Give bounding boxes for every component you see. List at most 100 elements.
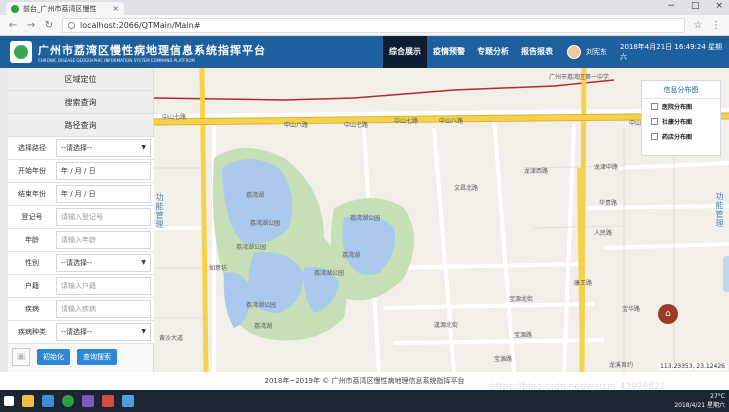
init-button[interactable]: 初始化 xyxy=(37,349,70,365)
field-label: 疾病 xyxy=(25,305,39,313)
field-label: 开始年份 xyxy=(18,167,46,175)
locate-home-icon[interactable]: ⌂ xyxy=(658,304,678,324)
tab-path-query[interactable]: 路径查询 xyxy=(8,114,153,137)
form-row-disease-type: 疾病种类 --请选择-- ▼ xyxy=(8,321,154,344)
browser-tab[interactable]: 前台_广州市荔湾区慢性 × xyxy=(6,2,124,15)
form-row-end-year: 结束年份 年 / 月 / 日 xyxy=(8,183,154,206)
app-logo xyxy=(10,41,32,63)
visual-studio-icon[interactable] xyxy=(82,395,94,407)
reload-icon[interactable]: ↻ xyxy=(44,20,54,31)
field-label: 年龄 xyxy=(25,236,39,244)
map-label: 荔湾湖 xyxy=(342,252,361,259)
field-label: 选择路径 xyxy=(18,144,46,152)
path-select[interactable]: --请选择-- ▼ xyxy=(56,139,151,157)
menu-topic-analysis[interactable]: 专题分析 xyxy=(471,36,515,68)
hospital-checkbox[interactable] xyxy=(651,103,658,110)
app-title: 广州市荔湾区慢性病地理信息系统指挥平台 xyxy=(38,43,266,57)
coordinate-readout: 113.23353, 23.12426 xyxy=(658,363,727,370)
app-icon[interactable] xyxy=(122,395,134,407)
field-label: 结束年份 xyxy=(18,190,46,198)
url-text: localhost:2066/QTMain/Main# xyxy=(80,20,201,30)
option-hospital[interactable]: 医院分布图 xyxy=(642,99,720,114)
image-placeholder-icon: ▣ xyxy=(12,348,30,366)
map-label: 荔湾湖 xyxy=(254,323,273,330)
option-clinic[interactable]: 社康分布图 xyxy=(642,114,720,129)
gender-select[interactable]: --请选择-- ▼ xyxy=(56,254,151,272)
field-label: 户籍 xyxy=(25,282,39,290)
search-button[interactable]: 查询搜索 xyxy=(77,349,117,365)
map-label: 荔湾湖公园 xyxy=(246,302,277,309)
info-distribution-panel: 信息分布图 医院分布图 社康分布图 药店分布图 xyxy=(641,80,721,156)
browser-menu-icon[interactable]: ⋮ xyxy=(711,20,721,31)
map-label: 宝源路 xyxy=(514,332,533,339)
map-label: 荔湾湖公园 xyxy=(236,244,267,251)
map-label: 龙津西路 xyxy=(524,168,549,175)
left-function-label[interactable]: 功能管理 xyxy=(154,193,165,229)
right-function-label[interactable]: 功能管理 xyxy=(714,192,725,228)
bookmark-star-icon[interactable]: ☆ xyxy=(693,20,703,31)
map-label: 如意坊 xyxy=(209,265,228,272)
tray-date: 2018/4/21 星期六 xyxy=(674,402,725,409)
map-label: 宝源北街 xyxy=(509,296,534,303)
map-label: 宝源路 xyxy=(494,356,513,363)
household-input[interactable]: 请输入户籍 xyxy=(56,277,151,295)
start-date-input[interactable]: 年 / 月 / 日 xyxy=(56,162,151,180)
maximize-icon[interactable]: □ xyxy=(691,1,700,11)
map-label: 荔湾湖公园 xyxy=(350,215,381,222)
map-label: 广州市荔湾区第一中学 xyxy=(549,74,610,81)
action-buttons: ▣ 初始化 查询搜索 xyxy=(8,344,154,370)
close-window-icon[interactable]: × xyxy=(715,1,723,11)
map-label: 宝华路 xyxy=(622,306,641,313)
start-icon[interactable] xyxy=(4,396,14,406)
tab-close-icon[interactable]: × xyxy=(112,4,119,13)
back-icon[interactable]: ← xyxy=(8,20,18,31)
field-label: 登记号 xyxy=(21,213,43,221)
forward-icon[interactable]: → xyxy=(26,20,36,31)
clinic-checkbox[interactable] xyxy=(651,118,658,125)
tab-region-locate[interactable]: 区域定位 xyxy=(8,68,153,91)
map-label: 龙津中路 xyxy=(594,164,619,171)
map-label: 中山七路 xyxy=(162,114,187,121)
map-view[interactable]: 中山八路 中山七路 中山八路 中山八路 荔湾湖 荔湾湖公园 荔湾湖公园 荔湾湖公… xyxy=(154,68,729,372)
menu-overview[interactable]: 综合展示 xyxy=(383,36,427,68)
pharmacy-checkbox[interactable] xyxy=(651,133,658,140)
datetime: 2018年4月21日 16:49:24 星期六 xyxy=(619,43,723,61)
option-pharmacy[interactable]: 药店分布图 xyxy=(642,129,720,144)
tray-temp: 27°C xyxy=(710,393,725,400)
menu-reports[interactable]: 报告报表 xyxy=(515,36,559,68)
dropdown-caret-icon: ▼ xyxy=(141,259,146,266)
query-sidebar: 区域定位 搜索查询 路径查询 选择路径 --请选择-- ▼ 开始年份 年 / 月 … xyxy=(8,68,154,372)
minimize-icon[interactable]: − xyxy=(667,1,675,11)
reg-no-input[interactable]: 请输入登记号 xyxy=(56,208,151,226)
window-controls: − □ × xyxy=(667,1,723,11)
app-icon[interactable] xyxy=(102,395,114,407)
tab-search-query[interactable]: 搜索查询 xyxy=(8,91,153,114)
map-label: 中山七路 xyxy=(344,122,369,129)
menu-epidemic-warning[interactable]: 疫情预警 xyxy=(427,36,471,68)
age-input[interactable]: 请输入年龄 xyxy=(56,231,151,249)
map-label: 康王路 xyxy=(574,280,593,287)
ie-icon[interactable] xyxy=(42,395,54,407)
end-date-input[interactable]: 年 / 月 / 日 xyxy=(56,185,151,203)
disease-type-select[interactable]: --请选择-- ▼ xyxy=(56,323,151,341)
user-area: 刘宪东 2018年4月21日 16:49:24 星期六 xyxy=(567,36,729,68)
browser-tabstrip: 前台_广州市荔湾区慢性 × − □ × xyxy=(0,0,729,15)
map-label: 文昌北路 xyxy=(454,185,479,192)
field-label: 性别 xyxy=(25,259,39,267)
left-strip xyxy=(0,68,8,372)
explorer-icon[interactable] xyxy=(22,395,34,407)
map-label: 龙溪首约 xyxy=(609,362,634,369)
main-menu: 综合展示 疫情预警 专题分析 报告报表 xyxy=(383,36,559,68)
map-label: 荔湾湖公园 xyxy=(314,270,345,277)
disease-input[interactable]: 请输入疾病 xyxy=(56,300,151,318)
url-input[interactable]: localhost:2066/QTMain/Main# xyxy=(62,17,685,33)
site-favicon-icon xyxy=(11,4,19,13)
right-panel-handle[interactable] xyxy=(723,256,729,292)
map-label: 逢源北街 xyxy=(434,322,459,329)
avatar[interactable] xyxy=(567,45,581,59)
map-label: 黄沙大道 xyxy=(159,335,184,342)
tab-title: 前台_广州市荔湾区慢性 xyxy=(23,4,97,13)
dropdown-caret-icon: ▼ xyxy=(141,144,146,151)
map-label: 中山八路 xyxy=(439,118,464,125)
chrome-icon[interactable] xyxy=(62,395,74,407)
